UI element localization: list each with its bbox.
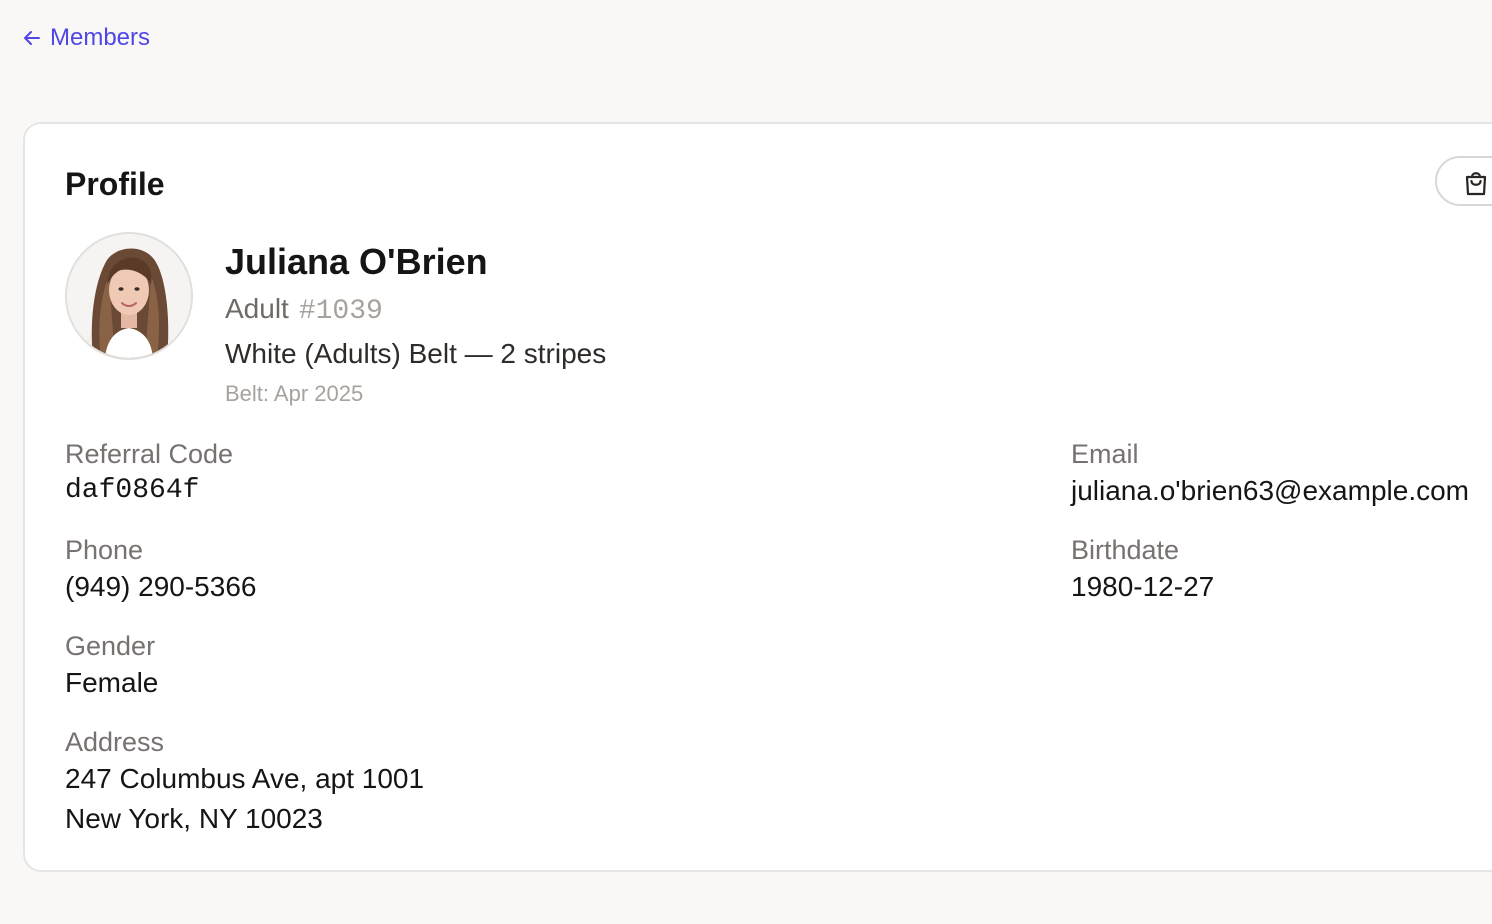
referral-code-value: daf0864f [65,475,200,506]
address-label: Address [65,727,165,757]
card-title: Profile [65,166,165,202]
member-type: Adult [225,293,289,324]
shop-button[interactable] [1435,156,1492,206]
phone-field: Phone (949) 290-5366 [65,533,256,607]
phone-value: (949) 290-5366 [65,571,257,602]
member-name: Juliana O'Brien [225,241,488,282]
member-meta: Adult #1039 [225,292,383,329]
email-label: Email [1071,439,1139,469]
referral-code-field: Referral Code daf0864f [65,437,233,511]
back-link-label: Members [50,24,151,51]
member-number: #1039 [298,296,383,327]
birthdate-field: Birthdate 1980-12-27 [1071,533,1214,607]
address-field: Address 247 Columbus Ave, apt 1001 New Y… [65,725,424,839]
birthdate-value: 1980-12-27 [1071,571,1215,602]
shopping-bag-icon [1461,168,1491,201]
address-value: 247 Columbus Ave, apt 1001 New York, NY … [65,759,424,839]
profile-card: Profile Juliana O'Brien Adult #1039 Whit… [23,122,1492,872]
gender-label: Gender [65,631,156,661]
phone-label: Phone [65,535,144,565]
birthdate-label: Birthdate [1071,535,1180,565]
back-to-members-link[interactable]: Members [22,22,150,54]
gender-field: Gender Female [65,629,158,703]
gender-value: Female [65,667,159,698]
arrow-left-icon [22,28,42,48]
member-belt: White (Adults) Belt — 2 stripes [225,338,607,369]
email-value: juliana.o'brien63@example.com [1071,475,1469,506]
referral-code-label: Referral Code [65,439,234,469]
member-avatar [65,232,193,360]
address-line-1: 247 Columbus Ave, apt 1001 [65,763,425,794]
email-field: Email juliana.o'brien63@example.com [1071,437,1469,511]
member-belt-date: Belt: Apr 2025 [225,381,364,406]
address-line-2: New York, NY 10023 [65,803,323,834]
